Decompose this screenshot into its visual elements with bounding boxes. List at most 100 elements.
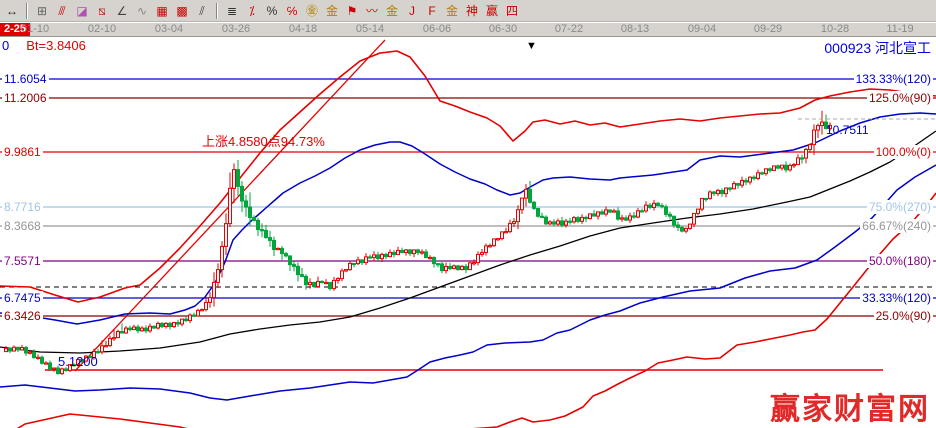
candle-up — [217, 270, 220, 283]
zigzag-lines-icon[interactable]: ∿ — [132, 2, 152, 20]
candle-up — [805, 149, 808, 158]
wave-tool-icon[interactable]: 〰 — [362, 2, 382, 20]
candle-down — [237, 170, 240, 187]
mid-band-blue-line — [0, 113, 936, 324]
gold-channel-icon[interactable]: 金 — [382, 2, 402, 20]
gann-grid-dense-icon[interactable]: ▩ — [172, 2, 192, 20]
date-tick-label: 03-04 — [155, 23, 183, 36]
gold-section-icon[interactable]: 金 — [322, 2, 342, 20]
candle-down — [529, 189, 532, 202]
candle-down — [297, 266, 300, 274]
gann-grid-icon[interactable]: ▦ — [152, 2, 172, 20]
candle-up — [645, 205, 648, 211]
candle-down — [705, 198, 708, 199]
percent-lines-icon[interactable]: ℅ — [282, 2, 302, 20]
candle-down — [553, 222, 556, 224]
rise-label: 上涨4.8580点94.73% — [202, 131, 325, 150]
candle-down — [777, 166, 780, 168]
candle-up — [637, 211, 640, 217]
gold-trendline-icon[interactable]: 金 — [442, 2, 462, 20]
candle-down — [273, 240, 276, 249]
candle-up — [109, 338, 112, 345]
candle-up — [181, 319, 184, 324]
candle-up — [613, 211, 616, 212]
candle-down — [609, 210, 612, 212]
candle-down — [49, 363, 52, 369]
candle-up — [21, 348, 24, 350]
candle-up — [509, 223, 512, 231]
ruler-ticks-icon[interactable]: ≣ — [222, 2, 242, 20]
candle-up — [685, 228, 688, 231]
candle-up — [701, 198, 704, 209]
candle-up — [337, 279, 340, 281]
candle-down — [673, 216, 676, 225]
si-trendline-icon[interactable]: 四 — [502, 2, 522, 20]
gann-box-icon[interactable]: ⊞ — [32, 2, 52, 20]
candle-down — [41, 357, 44, 363]
candle-down — [593, 214, 596, 216]
candle-down — [669, 214, 672, 216]
candle-up — [13, 347, 16, 351]
flag-marker-icon[interactable]: ⚑ — [342, 2, 362, 20]
candle-down — [585, 217, 588, 218]
candle-down — [353, 263, 356, 264]
candle-down — [649, 205, 652, 207]
candle-up — [589, 214, 592, 219]
candle-down — [657, 203, 660, 205]
j-trendline-icon[interactable]: J — [402, 2, 422, 20]
candle-up — [817, 126, 820, 130]
parallel-lines-icon[interactable]: ⫽ — [192, 2, 212, 20]
percent-retrace-icon[interactable]: ⁒ — [242, 2, 262, 20]
percent-icon[interactable]: % — [262, 2, 282, 20]
percent-axis-label: 50.0%(180) — [867, 254, 933, 268]
candle-up — [105, 346, 108, 347]
candle-up — [501, 232, 504, 239]
candle-down — [97, 352, 100, 353]
candle-up — [45, 363, 48, 364]
gann-fan-icon[interactable]: ⫻ — [52, 2, 72, 20]
candle-up — [581, 217, 584, 221]
candle-down — [293, 265, 296, 267]
toolbar-separator — [26, 3, 28, 19]
ying-trendline-icon[interactable]: 赢 — [482, 2, 502, 20]
candle-up — [5, 348, 8, 351]
gann-fan-box-icon[interactable]: ◪ — [72, 2, 92, 20]
candle-down — [665, 207, 668, 215]
candle-up — [629, 216, 632, 220]
measure-width-icon[interactable]: ↔ — [2, 2, 22, 20]
bt-value-label: Bt=3.8406 — [26, 38, 86, 53]
candle-up — [481, 253, 484, 255]
candle-down — [393, 252, 396, 254]
price-axis-label: 8.3668 — [2, 219, 43, 233]
candle-up — [477, 254, 480, 262]
candle-up — [141, 328, 144, 331]
candle-up — [493, 239, 496, 246]
price-axis-label: 11.6054 — [2, 72, 49, 86]
candle-up — [233, 170, 236, 189]
rect-diagonals-icon[interactable]: ⧅ — [92, 2, 112, 20]
f-trendline-icon[interactable]: F — [422, 2, 442, 20]
peak-marker: ▼ — [526, 40, 537, 52]
candle-up — [53, 368, 56, 369]
candle-down — [425, 252, 428, 258]
candle-down — [241, 186, 244, 201]
angle-lines-icon[interactable]: ∠ — [112, 2, 132, 20]
candle-up — [357, 260, 360, 264]
candle-down — [257, 220, 260, 229]
candle-down — [253, 218, 256, 221]
chart-canvas[interactable] — [0, 0, 936, 428]
candle-down — [129, 328, 132, 329]
candle-up — [573, 218, 576, 222]
candle-up — [429, 257, 432, 258]
candle-down — [641, 211, 644, 212]
candle-up — [29, 352, 32, 353]
price-axis-label: 9.9861 — [2, 145, 43, 159]
scale-zero-label: 0 — [2, 38, 9, 53]
candle-up — [605, 210, 608, 214]
shen-trendline-icon[interactable]: 神 — [462, 2, 482, 20]
candle-up — [517, 210, 520, 222]
candle-up — [781, 165, 784, 168]
gold-circle-icon[interactable]: ㊎ — [302, 2, 322, 20]
candle-up — [565, 221, 568, 225]
candle-down — [769, 169, 772, 171]
